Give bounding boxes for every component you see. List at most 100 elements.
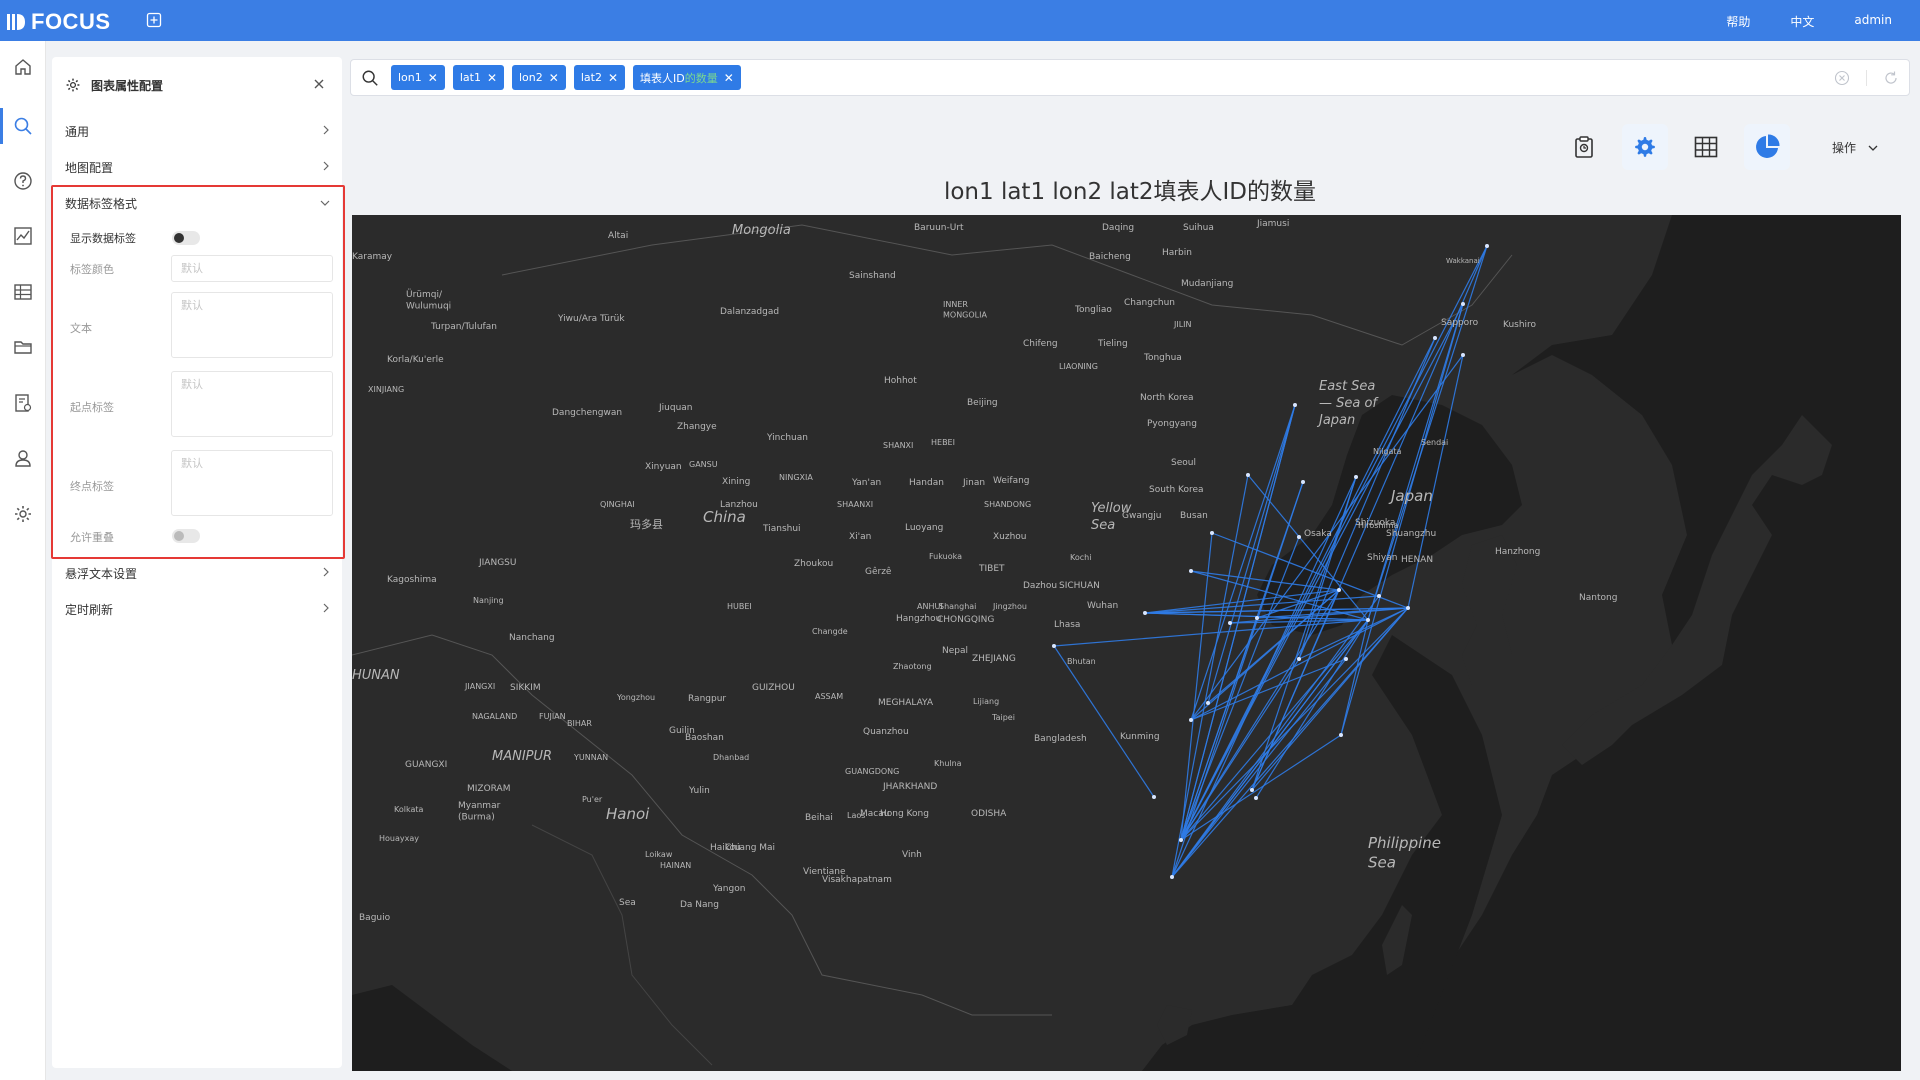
map-place-label: INNER MONGOLIA [943, 300, 987, 319]
help-link[interactable]: 帮助 [1726, 13, 1750, 30]
map-place-label: Loikaw [645, 850, 673, 859]
token-chip[interactable]: lat1 ✕ [452, 65, 504, 90]
label-color-input[interactable]: 默认 [171, 255, 333, 282]
map-place-label: Korla/Ku'erle [387, 355, 444, 365]
map-place-label: Ürümqi/Wulumuqi [406, 289, 451, 312]
clipboard-icon[interactable] [1561, 124, 1607, 170]
map-place-label: Shiyan [1367, 553, 1397, 563]
map-place-label: Quanzhou [863, 727, 909, 737]
label-color-label: 标签颜色 [70, 263, 114, 276]
clear-search-icon[interactable] [1834, 70, 1850, 86]
map-place-label: Yinchuan [766, 433, 808, 443]
map-place-label: MEGHALAYA [878, 698, 934, 708]
operations-label: 操作 [1832, 141, 1857, 155]
map-place-label: Wakkanai [1446, 257, 1480, 265]
app-logo[interactable]: FOCUS [6, 9, 111, 35]
token-chip[interactable]: lon1 ✕ [391, 65, 445, 90]
allow-overlap-toggle[interactable] [172, 529, 200, 543]
table-icon[interactable] [11, 280, 35, 304]
report-settings-icon[interactable] [11, 391, 35, 415]
start-label-input[interactable]: 默认 [171, 371, 333, 437]
map-place-label: Jingzhou [992, 602, 1027, 611]
section-map-config[interactable]: 地图配置 [52, 149, 342, 185]
focus-logo-icon [7, 14, 25, 30]
search-nav-icon[interactable] [0, 108, 35, 144]
operations-dropdown[interactable]: 操作 [1832, 139, 1878, 156]
map-place-label: Vinh [902, 850, 922, 860]
map-place-label: Wuhan [1087, 601, 1118, 611]
refresh-icon[interactable] [1883, 70, 1899, 86]
map-place-label: Beihai [805, 813, 833, 823]
left-nav [0, 41, 46, 1080]
map-place-label: Hangzhou [896, 614, 941, 624]
section-label: 通用 [65, 124, 90, 139]
map-place-label: LIAONING [1059, 362, 1098, 371]
top-bar: FOCUS 帮助 中文 admin [0, 0, 1920, 41]
remove-token-icon[interactable]: ✕ [549, 71, 559, 85]
user-menu[interactable]: admin [1854, 13, 1892, 30]
token-chip[interactable]: lon2 ✕ [512, 65, 566, 90]
remove-token-icon[interactable]: ✕ [608, 71, 618, 85]
chart-settings-button[interactable] [1622, 124, 1668, 170]
map-place-label: ODISHA [971, 809, 1007, 819]
map-place-label: Lhasa [1054, 620, 1080, 630]
map-place-label: MANIPUR [492, 749, 552, 764]
home-icon[interactable] [11, 55, 35, 79]
map-place-label: Harbin [1162, 248, 1192, 258]
map-place-label: Laos [847, 811, 865, 820]
token-chip[interactable]: 填表人ID的数量 ✕ [633, 65, 741, 90]
map-place-label: Lijiang [973, 697, 999, 706]
section-tooltip-settings[interactable]: 悬浮文本设置 [52, 555, 342, 591]
user-icon[interactable] [11, 446, 35, 470]
token-chip[interactable]: lat2 ✕ [573, 65, 625, 90]
map-place-label: Hohhot [884, 376, 917, 386]
remove-token-icon[interactable]: ✕ [724, 71, 734, 85]
map-place-label: Daqing [1102, 223, 1134, 233]
map-place-label: Rangpur [688, 694, 726, 704]
section-scheduled-refresh[interactable]: 定时刷新 [52, 591, 342, 627]
section-general[interactable]: 通用 [52, 113, 342, 149]
map-place-label: Bangladesh [1034, 734, 1087, 744]
flow-map[interactable]: Mongolia Baruun-Urt Daqing Suihua Jiamusi Alt… [352, 215, 1901, 1071]
folder-icon[interactable] [11, 335, 35, 359]
chart-config-panel: 图表属性配置 通用 地图配置 数据标签格式 显示数据标签 标签颜色 默认 文本 … [51, 57, 345, 1068]
chevron-right-icon [323, 161, 329, 171]
map-place-label: East Sea — Sea of Japan [1316, 379, 1379, 428]
chart-type-button[interactable] [1744, 124, 1790, 170]
remove-token-icon[interactable]: ✕ [428, 71, 438, 85]
map-place-label: Suihua [1183, 223, 1214, 233]
map-place-label: Guilin [669, 726, 695, 736]
section-data-label-format[interactable]: 数据标签格式 [52, 185, 342, 221]
chart-icon[interactable] [11, 224, 35, 248]
map-place-label: SICHUAN [1059, 581, 1100, 591]
chevron-right-icon [323, 567, 329, 577]
add-tab-icon[interactable] [146, 12, 162, 28]
map-place-label: Visakhapatnam [822, 875, 892, 885]
map-place-label: Xining [722, 477, 750, 487]
text-input[interactable]: 默认 [171, 292, 333, 358]
end-label-input[interactable]: 默认 [171, 450, 333, 516]
map-place-label: SHANXI [883, 441, 913, 450]
map-place-label: Chifeng [1023, 339, 1058, 349]
panel-title: 图表属性配置 [91, 78, 164, 93]
map-place-label: CHONGQING [937, 615, 994, 625]
map-place-label: Changchun [1124, 298, 1175, 308]
map-place-label: GUANGDONG [845, 767, 899, 776]
help-icon[interactable] [11, 169, 35, 193]
map-place-label: Hanoi [606, 805, 650, 823]
show-label-toggle[interactable] [172, 231, 200, 245]
search-bar[interactable]: lon1 ✕ lat1 ✕ lon2 ✕ lat2 ✕ 填表人ID的数量 ✕ [350, 59, 1910, 96]
token-label: 填表人ID的数量 [640, 70, 718, 86]
map-place-label: Yiwu/Ara Türük [557, 314, 625, 324]
map-place-label: GUIZHOU [752, 683, 795, 693]
language-link[interactable]: 中文 [1790, 13, 1814, 30]
token-label: lat2 [580, 71, 602, 84]
remove-token-icon[interactable]: ✕ [487, 71, 497, 85]
table-view-icon[interactable] [1683, 124, 1729, 170]
close-icon[interactable] [312, 77, 326, 91]
allow-overlap-label: 允许重叠 [70, 531, 114, 544]
map-place-label: HEBEI [931, 438, 955, 447]
settings-icon[interactable] [11, 502, 35, 526]
map-place-label: Gwangju [1122, 511, 1161, 521]
text-label: 文本 [70, 322, 92, 335]
